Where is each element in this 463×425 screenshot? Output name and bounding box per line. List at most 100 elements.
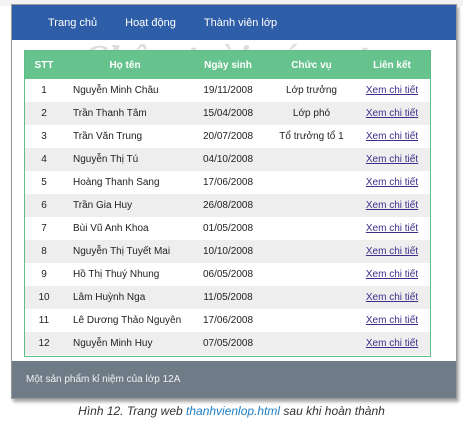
table-row: 2 Trần Thanh Tâm 15/04/2008 Lớp phó Xem chi … bbox=[25, 102, 430, 125]
view-details-link[interactable]: Xem chi tiết bbox=[366, 108, 418, 119]
cell-dob: 10/10/2008 bbox=[202, 246, 254, 257]
header-dob: Ngày sinh bbox=[204, 59, 252, 71]
cell-stt: 6 bbox=[41, 200, 47, 211]
cell-name: Lê Dương Thảo Nguyên bbox=[73, 315, 182, 326]
header-stt: STT bbox=[34, 59, 54, 71]
cell-name: Hồ Thị Thuý Nhung bbox=[73, 269, 160, 280]
caption-filename: thanhvienlop.html bbox=[186, 404, 281, 418]
cell-link: Xem chi tiết bbox=[354, 263, 430, 286]
cell-name: Hoàng Thanh Sang bbox=[73, 177, 160, 188]
cell-dob: 01/05/2008 bbox=[202, 223, 254, 234]
cell-role: Lớp phó bbox=[292, 108, 331, 119]
cell-name: Trần Văn Trung bbox=[73, 131, 143, 142]
nav-link-members[interactable]: Thành viên lớp bbox=[204, 17, 277, 29]
cell-dob: 15/04/2008 bbox=[202, 108, 254, 119]
cell-dob: 06/05/2008 bbox=[202, 269, 254, 280]
navbar: Trang chủ Hoạt động Thành viên lớp bbox=[12, 5, 456, 40]
cell-link: Xem chi tiết bbox=[354, 171, 430, 194]
view-details-link[interactable]: Xem chi tiết bbox=[366, 269, 418, 280]
cell-stt: 9 bbox=[41, 269, 47, 280]
cell-name: Nguyễn Thị Tuyết Mai bbox=[73, 246, 171, 257]
cell-name: Bùi Vũ Anh Khoa bbox=[73, 223, 149, 234]
cell-link: Xem chi tiết bbox=[354, 286, 430, 309]
table-row: 10 Lâm Huỳnh Nga 11/05/2008 Xem chi tiết bbox=[25, 286, 430, 309]
view-details-link[interactable]: Xem chi tiết bbox=[366, 246, 418, 257]
cell-link: Xem chi tiết bbox=[354, 148, 430, 171]
cell-role bbox=[269, 332, 354, 355]
table-row: 9 Hồ Thị Thuý Nhung 06/05/2008 Xem chi tiết bbox=[25, 263, 430, 286]
cell-name: Nguyễn Minh Huy bbox=[73, 338, 153, 349]
cell-role: Tổ trưởng tổ 1 bbox=[279, 131, 344, 142]
cell-name: Nguyễn Minh Châu bbox=[73, 85, 159, 96]
view-details-link[interactable]: Xem chi tiết bbox=[366, 131, 418, 142]
cell-stt: 12 bbox=[38, 338, 50, 349]
cell-link: Xem chi tiết bbox=[354, 309, 430, 332]
cell-stt: 5 bbox=[41, 177, 47, 188]
cell-link: Xem chi tiết bbox=[354, 125, 430, 148]
nav-link-activities[interactable]: Hoạt động bbox=[125, 17, 176, 29]
cell-link: Xem chi tiết bbox=[354, 194, 430, 217]
view-details-link[interactable]: Xem chi tiết bbox=[366, 154, 418, 165]
view-details-link[interactable]: Xem chi tiết bbox=[366, 338, 418, 349]
cell-dob: 19/11/2008 bbox=[203, 85, 253, 96]
header-link: Liên kết bbox=[373, 59, 411, 71]
footer-text: Một sản phẩm kỉ niệm của lớp 12A bbox=[26, 374, 181, 385]
cell-role bbox=[269, 194, 354, 217]
cell-link: Xem chi tiết bbox=[354, 79, 430, 102]
view-details-link[interactable]: Xem chi tiết bbox=[366, 315, 418, 326]
cell-stt: 11 bbox=[38, 315, 50, 326]
cell-role bbox=[269, 217, 354, 240]
cell-stt: 1 bbox=[41, 85, 47, 96]
cell-dob: 11/05/2008 bbox=[203, 292, 253, 303]
table-row: 12 Nguyễn Minh Huy 07/05/2008 Xem chi tiết bbox=[25, 332, 430, 355]
cell-stt: 8 bbox=[41, 246, 47, 257]
table-row: 1 Nguyễn Minh Châu 19/11/2008 Lớp trưởng Xem… bbox=[25, 79, 430, 102]
table-row: 6 Trần Gia Huy 26/08/2008 Xem chi tiết bbox=[25, 194, 430, 217]
view-details-link[interactable]: Xem chi tiết bbox=[366, 177, 418, 188]
table-row: 7 Bùi Vũ Anh Khoa 01/05/2008 Xem chi tiết bbox=[25, 217, 430, 240]
view-details-link[interactable]: Xem chi tiết bbox=[366, 85, 418, 96]
cell-link: Xem chi tiết bbox=[354, 240, 430, 263]
cell-name: Nguyễn Thị Tú bbox=[73, 154, 139, 165]
header-role: Chức vụ bbox=[291, 59, 332, 71]
view-details-link[interactable]: Xem chi tiết bbox=[366, 223, 418, 234]
cell-link: Xem chi tiết bbox=[354, 102, 430, 125]
cell-role bbox=[269, 148, 354, 171]
view-details-link[interactable]: Xem chi tiết bbox=[366, 200, 418, 211]
cell-role bbox=[269, 171, 354, 194]
cell-role: Lớp trưởng bbox=[286, 85, 337, 96]
browser-page: Trang chủ Hoạt động Thành viên lớp Chân … bbox=[11, 4, 457, 399]
cell-link: Xem chi tiết bbox=[354, 332, 430, 355]
cell-link: Xem chi tiết bbox=[354, 217, 430, 240]
table-row: 4 Nguyễn Thị Tú 04/10/2008 Xem chi tiết bbox=[25, 148, 430, 171]
table-row: 8 Nguyễn Thị Tuyết Mai 10/10/2008 Xem chi t… bbox=[25, 240, 430, 263]
cell-name: Trần Thanh Tâm bbox=[73, 108, 147, 119]
caption-suffix: sau khi hoàn thành bbox=[280, 404, 385, 418]
member-table-container: STT Họ tên Ngày sinh Chức vụ Liên kết 1 N… bbox=[24, 50, 431, 357]
footer: Một sản phẩm kỉ niệm của lớp 12A bbox=[12, 361, 456, 398]
cell-name: Trần Gia Huy bbox=[73, 200, 133, 211]
cell-dob: 17/06/2008 bbox=[202, 177, 254, 188]
member-table: STT Họ tên Ngày sinh Chức vụ Liên kết 1 N… bbox=[25, 51, 430, 355]
table-body: 1 Nguyễn Minh Châu 19/11/2008 Lớp trưởng Xem… bbox=[25, 79, 430, 355]
caption-prefix: Hình 12. Trang web bbox=[78, 404, 187, 418]
cell-dob: 07/05/2008 bbox=[202, 338, 254, 349]
cell-role bbox=[269, 240, 354, 263]
cell-role bbox=[269, 286, 354, 309]
cell-dob: 20/07/2008 bbox=[202, 131, 254, 142]
table-header-row: STT Họ tên Ngày sinh Chức vụ Liên kết bbox=[25, 51, 430, 79]
cell-role bbox=[269, 263, 354, 286]
header-name: Họ tên bbox=[109, 59, 141, 71]
table-row: 3 Trần Văn Trung 20/07/2008 Tổ trưởng tổ 1 X… bbox=[25, 125, 430, 148]
nav-link-home[interactable]: Trang chủ bbox=[48, 17, 97, 29]
view-details-link[interactable]: Xem chi tiết bbox=[366, 292, 418, 303]
cell-role bbox=[269, 309, 354, 332]
table-row: 5 Hoàng Thanh Sang 17/06/2008 Xem chi tiết bbox=[25, 171, 430, 194]
cell-dob: 17/06/2008 bbox=[202, 315, 254, 326]
cell-stt: 2 bbox=[41, 108, 47, 119]
cell-stt: 3 bbox=[41, 131, 47, 142]
cell-stt: 7 bbox=[41, 223, 47, 234]
table-row: 11 Lê Dương Thảo Nguyên 17/06/2008 Xem chi … bbox=[25, 309, 430, 332]
cell-stt: 10 bbox=[38, 292, 50, 303]
cell-name: Lâm Huỳnh Nga bbox=[73, 292, 146, 303]
